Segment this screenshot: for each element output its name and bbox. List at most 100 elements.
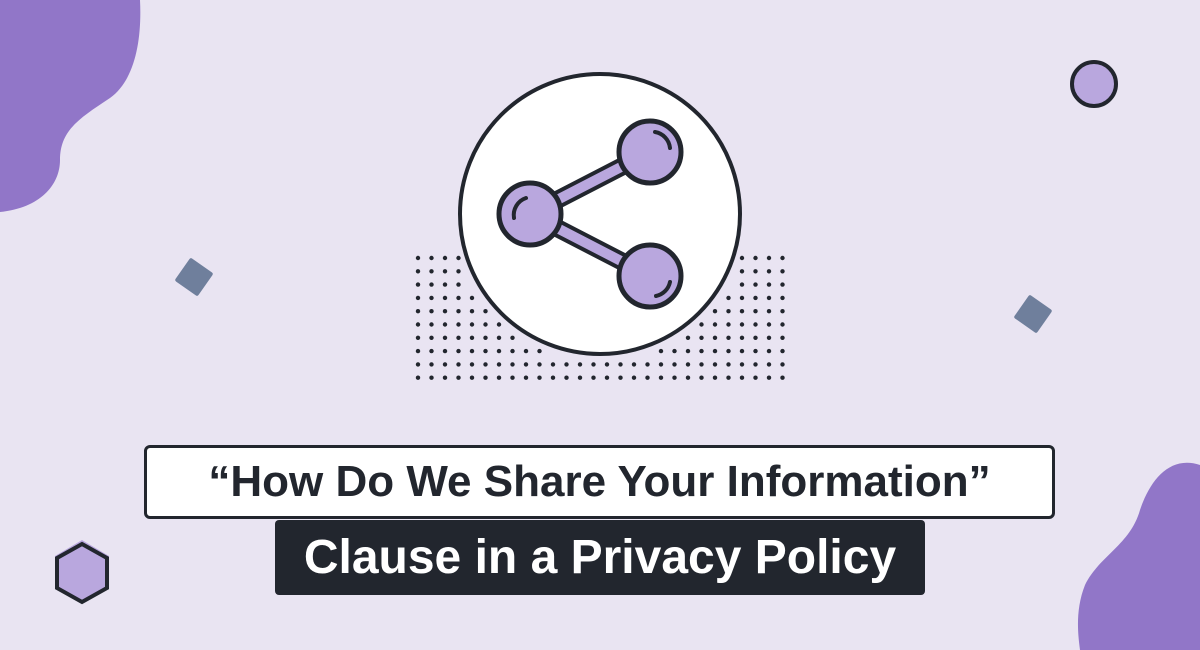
- dot: [483, 322, 488, 327]
- dot: [766, 362, 772, 367]
- dot: [726, 348, 731, 354]
- banner: “How Do We Share Your Information” Claus…: [0, 0, 1200, 650]
- dot: [550, 362, 556, 367]
- dot: [496, 335, 502, 340]
- dot: [672, 348, 677, 354]
- dot: [726, 335, 731, 340]
- dot: [429, 322, 434, 327]
- dot: [780, 362, 785, 367]
- dot: [415, 309, 421, 314]
- dot: [685, 362, 691, 367]
- dot: [456, 295, 461, 301]
- dot: [685, 335, 691, 340]
- dot: [712, 309, 718, 314]
- dot: [469, 362, 475, 367]
- dot: [699, 362, 704, 367]
- dot: [429, 362, 434, 367]
- dot: [442, 309, 448, 314]
- dot: [766, 335, 772, 340]
- dot: [442, 362, 448, 367]
- dot: [523, 362, 529, 367]
- dot: [456, 309, 461, 314]
- dot: [712, 375, 718, 380]
- dot: [496, 348, 502, 354]
- dot: [631, 362, 637, 367]
- dot: [442, 335, 448, 340]
- dot: [658, 348, 664, 354]
- dot: [672, 375, 677, 380]
- title-line-2: Clause in a Privacy Policy: [275, 520, 925, 595]
- dot: [699, 375, 704, 380]
- dot: [766, 322, 772, 327]
- dot: [496, 375, 502, 380]
- dot: [766, 282, 772, 287]
- dot: [739, 348, 745, 354]
- dot: [712, 335, 718, 340]
- dot: [442, 282, 448, 287]
- dot: [766, 295, 772, 301]
- dot: [739, 309, 745, 314]
- dot: [780, 295, 785, 301]
- dot: [672, 362, 677, 367]
- dot: [415, 375, 421, 380]
- dot: [780, 322, 785, 327]
- dot: [753, 348, 758, 354]
- dot: [469, 348, 475, 354]
- dot: [429, 309, 434, 314]
- dot: [699, 322, 704, 327]
- dot: [726, 322, 731, 327]
- dot: [766, 269, 772, 274]
- dot: [726, 309, 731, 314]
- dot: [780, 269, 785, 274]
- dot: [469, 322, 475, 327]
- dot: [483, 375, 488, 380]
- dot: [456, 362, 461, 367]
- hexagon-decoration: [55, 540, 109, 605]
- dot: [780, 282, 785, 287]
- dot: [429, 348, 434, 354]
- dot: [456, 255, 461, 261]
- dot: [415, 295, 421, 301]
- dot: [618, 375, 623, 380]
- top-left-blob: [0, 0, 141, 212]
- dot: [766, 255, 772, 261]
- dot: [415, 322, 421, 327]
- dot: [456, 375, 461, 380]
- dot: [456, 282, 461, 287]
- dot: [537, 348, 542, 354]
- slate-diamond-left: [175, 258, 213, 296]
- dot: [469, 295, 475, 301]
- dot: [645, 375, 650, 380]
- dot: [483, 335, 488, 340]
- dot: [753, 269, 758, 274]
- dot: [631, 375, 637, 380]
- dot: [415, 269, 421, 274]
- dot: [753, 322, 758, 327]
- dot: [753, 335, 758, 340]
- dot: [753, 255, 758, 261]
- dot: [442, 295, 448, 301]
- dot: [739, 282, 745, 287]
- dot: [442, 255, 448, 261]
- dot: [510, 375, 515, 380]
- dot: [591, 362, 596, 367]
- dot: [469, 335, 475, 340]
- dot: [415, 255, 421, 261]
- dot: [780, 309, 785, 314]
- title-line-1: “How Do We Share Your Information”: [144, 445, 1055, 519]
- dot: [739, 255, 745, 261]
- dot: [577, 362, 583, 367]
- dot: [753, 375, 758, 380]
- dot: [780, 348, 785, 354]
- dot: [456, 348, 461, 354]
- dot: [415, 282, 421, 287]
- dot: [753, 282, 758, 287]
- dot: [442, 375, 448, 380]
- dot: [618, 362, 623, 367]
- dot: [780, 255, 785, 261]
- dot: [510, 335, 515, 340]
- dot: [658, 362, 664, 367]
- bottom-right-blob: [1077, 462, 1200, 650]
- dot: [429, 255, 434, 261]
- dot: [483, 348, 488, 354]
